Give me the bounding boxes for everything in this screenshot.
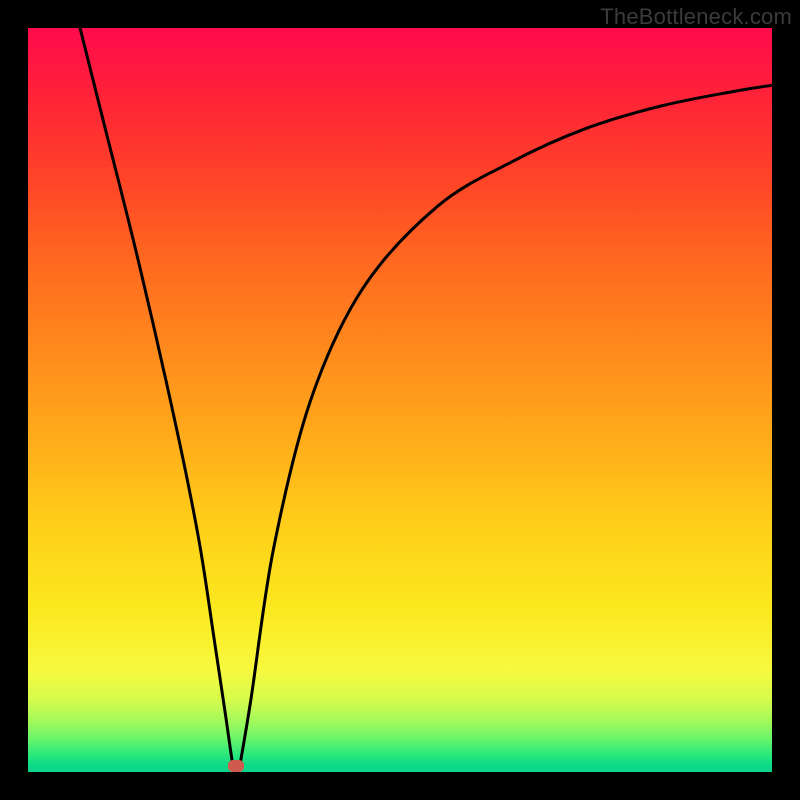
watermark-text: TheBottleneck.com [600, 4, 792, 30]
plot-area [28, 28, 772, 772]
chart-frame: TheBottleneck.com [0, 0, 800, 800]
bottleneck-curve [28, 28, 772, 772]
curve-right-branch [240, 85, 772, 764]
minimum-marker [228, 760, 244, 772]
curve-left-branch [80, 28, 233, 765]
